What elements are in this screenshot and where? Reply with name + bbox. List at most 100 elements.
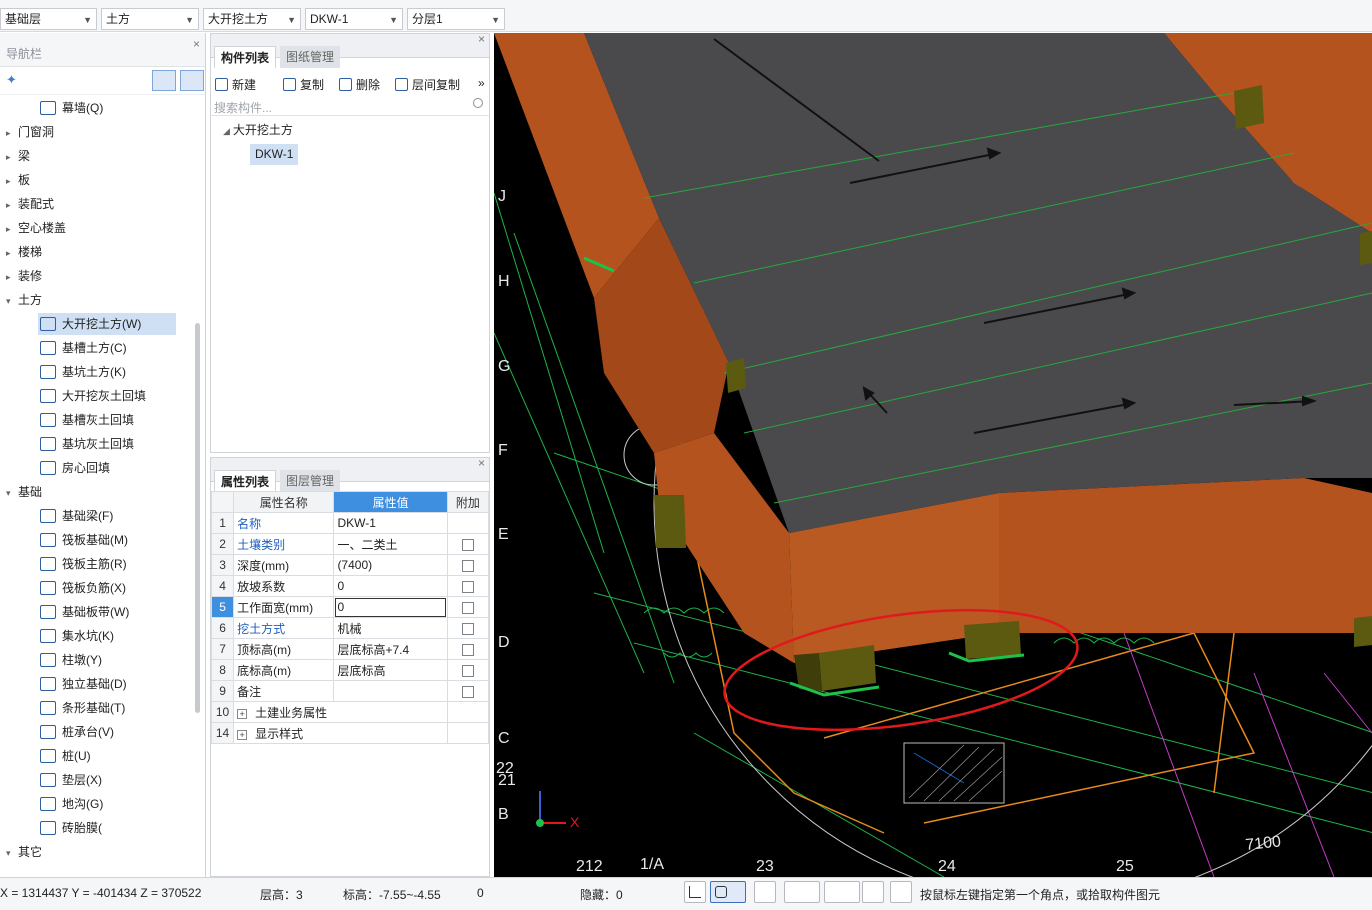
nav-group[interactable]: ▾ 其它 (6, 841, 42, 863)
search-input[interactable]: 搜索构件... (211, 96, 489, 116)
collapse-icon[interactable]: ▾ (6, 290, 18, 312)
list-view-icon[interactable] (152, 70, 176, 91)
attach-checkbox[interactable] (461, 643, 474, 656)
nav-item[interactable]: 基槽灰土回填 (38, 409, 138, 431)
property-value[interactable]: 层底标高+7.4 (333, 638, 448, 660)
new-button[interactable]: 新建 (215, 76, 256, 93)
property-row[interactable]: 1 名称 DKW-1 (210, 512, 490, 534)
property-row[interactable]: 5 工作面宽(mm) 0 (210, 596, 490, 618)
layer-dropdown[interactable]: 分层1 ▼ (407, 8, 505, 30)
property-row[interactable]: 4 放坡系数 0 (210, 575, 490, 597)
attach-checkbox[interactable] (461, 664, 474, 677)
nav-item[interactable]: 垫层(X) (38, 769, 106, 791)
nav-item[interactable]: 基础板带(W) (38, 601, 133, 623)
nav-group[interactable]: ▸ 板 (6, 169, 30, 191)
nav-item[interactable]: 筏板基础(M) (38, 529, 132, 551)
expand-icon[interactable]: ▸ (6, 218, 18, 240)
offset-icon[interactable] (824, 881, 860, 903)
property-row[interactable]: 14 + 显示样式 (210, 722, 490, 744)
nav-item[interactable]: 砖胎膜( (38, 817, 106, 839)
floor-copy-button[interactable]: 层间复制 (395, 76, 460, 93)
expand-icon[interactable]: ▸ (6, 146, 18, 168)
nav-item[interactable]: 桩(U) (38, 745, 95, 767)
expand-icon[interactable]: ▸ (6, 170, 18, 192)
expand-icon[interactable]: ▸ (6, 242, 18, 264)
expand-icon[interactable]: ▸ (6, 122, 18, 144)
close-icon[interactable]: × (478, 456, 485, 470)
attach-checkbox[interactable] (461, 601, 474, 614)
nav-group[interactable]: ▸ 装修 (6, 265, 42, 287)
property-value[interactable]: 层底标高 (333, 659, 448, 681)
nav-group[interactable]: ▾ 土方 (6, 289, 42, 311)
cross-snap-icon[interactable] (754, 881, 776, 903)
nav-group[interactable]: ▾ 基础 (6, 481, 42, 503)
nav-item[interactable]: 筏板负筋(X) (38, 577, 130, 599)
nav-item[interactable]: 大开挖土方(W) (38, 313, 176, 335)
nav-item[interactable]: 筏板主筋(R) (38, 553, 131, 575)
tab-property-list[interactable]: 属性列表 (214, 470, 277, 492)
floor-dropdown[interactable]: 基础层 ▼ (0, 8, 97, 30)
nav-item[interactable]: 幕墙(Q) (38, 97, 107, 119)
nav-item[interactable]: 大开挖灰土回填 (38, 385, 150, 407)
collapse-icon[interactable]: ◢ (223, 126, 230, 136)
more-button[interactable]: » (478, 76, 485, 90)
expand-icon[interactable]: + (237, 729, 248, 740)
property-value[interactable]: 0 (333, 575, 448, 597)
property-value[interactable]: 机械 (333, 617, 448, 639)
property-value[interactable]: DKW-1 (333, 512, 448, 534)
angle-icon[interactable] (784, 881, 820, 903)
nav-group[interactable]: ▸ 梁 (6, 145, 30, 167)
expand-icon[interactable]: ▸ (6, 194, 18, 216)
delete-button[interactable]: 删除 (339, 76, 380, 93)
attach-checkbox[interactable] (461, 685, 474, 698)
tab-drawing-management[interactable]: 图纸管理 (280, 46, 341, 68)
collapse-icon[interactable]: ▾ (6, 842, 18, 864)
nav-item[interactable]: 基坑灰土回填 (38, 433, 138, 455)
attach-checkbox[interactable] (461, 580, 474, 593)
nav-group[interactable]: ▸ 空心楼盖 (6, 217, 66, 239)
detail-view-icon[interactable] (180, 70, 204, 91)
search-icon[interactable] (473, 98, 483, 108)
component-dropdown[interactable]: DKW-1 ▼ (305, 8, 403, 30)
rect-select-icon[interactable] (710, 881, 746, 903)
attach-checkbox[interactable] (461, 538, 474, 551)
ortho-icon[interactable] (684, 881, 706, 903)
nav-scrollbar[interactable] (195, 323, 200, 713)
property-row[interactable]: 7 顶标高(m) 层底标高+7.4 (210, 638, 490, 660)
close-icon[interactable]: × (478, 32, 485, 46)
nav-item[interactable]: 桩承台(V) (38, 721, 118, 743)
nav-item[interactable]: 基槽土方(C) (38, 337, 131, 359)
nav-group[interactable]: ▸ 门窗洞 (6, 121, 54, 143)
tree-item-dkw-1[interactable]: DKW-1 (250, 144, 299, 165)
property-row[interactable]: 8 底标高(m) 层底标高 (210, 659, 490, 681)
display-icon[interactable] (862, 881, 884, 903)
tree-parent[interactable]: ◢ 大开挖土方 (223, 121, 293, 138)
nav-item[interactable]: 基础梁(F) (38, 505, 117, 527)
property-row[interactable]: 10 + 土建业务属性 (210, 701, 490, 723)
property-value[interactable]: 0 (333, 596, 448, 618)
nav-item[interactable]: 地沟(G) (38, 793, 107, 815)
nav-item[interactable]: 房心回填 (38, 457, 114, 479)
nav-item[interactable]: 条形基础(T) (38, 697, 129, 719)
arc-icon[interactable] (890, 881, 912, 903)
property-row[interactable]: 6 挖土方式 机械 (210, 617, 490, 639)
sparkle-icon[interactable]: ✦ (6, 72, 17, 88)
drawing-viewport[interactable]: J H G F E D C B 212 1/A 23 24 25 22 21 7… (494, 33, 1372, 877)
nav-item[interactable]: 柱墩(Y) (38, 649, 106, 671)
copy-button[interactable]: 复制 (283, 76, 324, 93)
component-type-dropdown[interactable]: 大开挖土方 ▼ (203, 8, 301, 30)
tab-layer-management[interactable]: 图层管理 (280, 470, 341, 492)
collapse-icon[interactable]: ▾ (6, 482, 18, 504)
category-dropdown[interactable]: 土方 ▼ (101, 8, 199, 30)
nav-item[interactable]: 基坑土方(K) (38, 361, 130, 383)
property-row[interactable]: 2 土壤类别 一、二类土 (210, 533, 490, 555)
attach-checkbox[interactable] (461, 559, 474, 572)
nav-item[interactable]: 集水坑(K) (38, 625, 118, 647)
property-row[interactable]: 3 深度(mm) (7400) (210, 554, 490, 576)
property-value[interactable] (333, 680, 448, 702)
close-icon[interactable]: × (193, 33, 200, 55)
expand-icon[interactable]: + (237, 708, 248, 719)
attach-checkbox[interactable] (461, 622, 474, 635)
tab-component-list[interactable]: 构件列表 (214, 46, 277, 68)
nav-group[interactable]: ▸ 装配式 (6, 193, 54, 215)
